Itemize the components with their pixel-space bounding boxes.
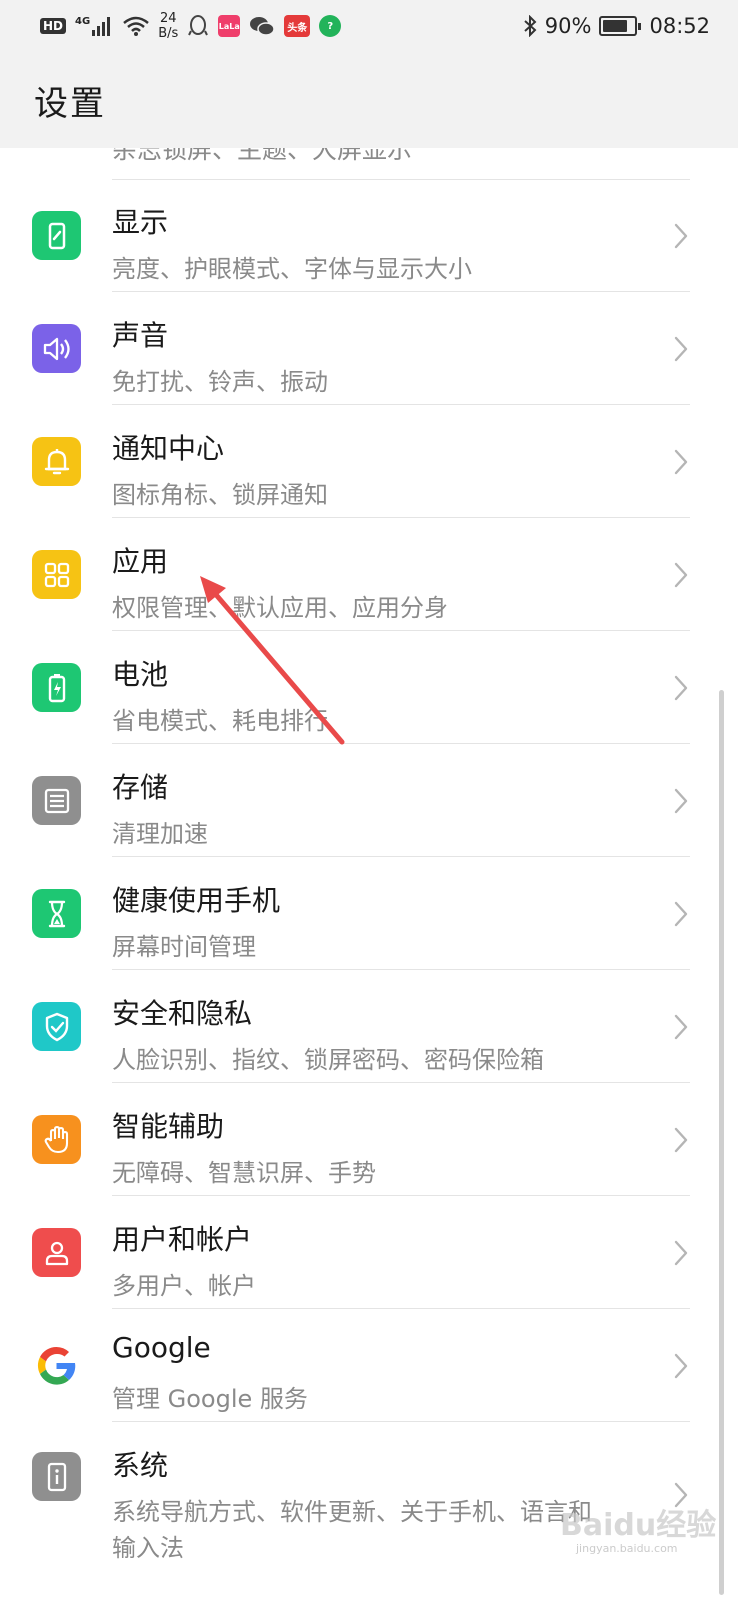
settings-item[interactable]: 电池省电模式、耗电排行 bbox=[0, 631, 738, 744]
sound-icon bbox=[32, 324, 81, 373]
net-speed-unit: B/s bbox=[158, 26, 179, 41]
battery-percent: 90% bbox=[544, 14, 592, 38]
settings-item-title: 声音 bbox=[112, 319, 169, 352]
chevron-right-icon bbox=[674, 1014, 688, 1040]
chevron-right-icon bbox=[674, 1127, 688, 1153]
settings-item[interactable]: 显示亮度、护眼模式、字体与显示大小 bbox=[0, 179, 738, 292]
chevron-right-icon bbox=[674, 788, 688, 814]
settings-item[interactable]: 声音免打扰、铃声、振动 bbox=[0, 292, 738, 405]
qq-icon bbox=[188, 15, 209, 36]
settings-item-subtitle: 图标角标、锁屏通知 bbox=[112, 481, 328, 509]
clock: 08:52 bbox=[649, 14, 710, 38]
chevron-right-icon bbox=[674, 901, 688, 927]
storage-icon bbox=[32, 776, 81, 825]
bluetooth-icon bbox=[524, 15, 537, 37]
settings-item-title: 用户和帐户 bbox=[112, 1223, 253, 1256]
toutiao-icon: 头条 bbox=[284, 15, 311, 37]
app-bar: 设置 bbox=[0, 52, 738, 148]
user-icon bbox=[32, 1228, 81, 1277]
net-speed: 24 B/s bbox=[158, 11, 178, 41]
wifi-icon bbox=[123, 16, 149, 36]
chevron-right-icon bbox=[674, 562, 688, 588]
hand-icon bbox=[32, 1115, 81, 1164]
settings-item[interactable]: 存储 清理加速 bbox=[0, 744, 738, 857]
settings-item-subtitle: 人脸识别、指纹、锁屏密码、密码保险箱 bbox=[112, 1046, 544, 1074]
settings-item-subtitle: 免打扰、铃声、振动 bbox=[112, 368, 328, 396]
settings-item-subtitle-continued: 输入法 bbox=[112, 1534, 184, 1562]
settings-item-subtitle: 屏幕时间管理 bbox=[112, 933, 256, 961]
settings-item-title: 应用 bbox=[112, 545, 169, 578]
settings-item-title: 电池 bbox=[112, 658, 169, 691]
partial-item-subtitle[interactable]: 杂志锁屏、主题、大屏显示 bbox=[112, 148, 412, 166]
status-right: 90% 08:52 bbox=[523, 10, 710, 42]
display-icon bbox=[32, 211, 81, 260]
settings-item-title: 健康使用手机 bbox=[112, 884, 281, 917]
chevron-right-icon bbox=[674, 449, 688, 475]
settings-item-title: 智能辅助 bbox=[112, 1110, 225, 1143]
google-icon bbox=[32, 1341, 81, 1390]
settings-item-subtitle: 清理加速 bbox=[112, 820, 208, 848]
watermark-url: jingyan.baidu.com bbox=[576, 1542, 678, 1555]
settings-item-subtitle: 权限管理、默认应用、应用分身 bbox=[112, 594, 448, 622]
chevron-right-icon bbox=[674, 336, 688, 362]
page-title: 设置 bbox=[34, 84, 106, 124]
wechat-icon bbox=[250, 17, 276, 36]
settings-item[interactable]: 用户和帐户多用户、帐户 bbox=[0, 1196, 738, 1309]
settings-item-title: 系统 bbox=[112, 1449, 169, 1482]
chevron-right-icon bbox=[674, 675, 688, 701]
chevron-right-icon bbox=[674, 1353, 688, 1379]
security-icon: ? bbox=[319, 15, 342, 37]
watermark: Baidu经验 bbox=[560, 1508, 717, 1543]
settings-item-subtitle: 省电模式、耗电排行 bbox=[112, 707, 328, 735]
settings-list[interactable]: 杂志锁屏、主题、大屏显示 显示亮度、护眼模式、字体与显示大小声音免打扰、铃声、振… bbox=[0, 148, 738, 1600]
settings-item-title: 通知中心 bbox=[112, 432, 225, 465]
settings-item[interactable]: 健康使用手机屏幕时间管理 bbox=[0, 857, 738, 970]
signal-icon bbox=[92, 17, 111, 36]
chevron-right-icon bbox=[674, 223, 688, 249]
settings-item[interactable]: 安全和隐私人脸识别、指纹、锁屏密码、密码保险箱 bbox=[0, 970, 738, 1083]
settings-item-subtitle: 管理 Google 服务 bbox=[112, 1385, 308, 1413]
status-left: HD 4G 24 B/s LaLa 头条 ? bbox=[40, 10, 342, 42]
bell-icon bbox=[32, 437, 81, 486]
app-lala-icon: LaLa bbox=[218, 15, 241, 37]
settings-item-subtitle: 无障碍、智慧识屏、手势 bbox=[112, 1159, 376, 1187]
chevron-right-icon bbox=[674, 1240, 688, 1266]
status-bar: HD 4G 24 B/s LaLa 头条 ? 90% 08:52 bbox=[0, 0, 738, 52]
battery-indicator bbox=[599, 16, 642, 36]
hourglass-icon bbox=[32, 889, 81, 938]
network-indicator: 4G bbox=[75, 16, 114, 36]
scrollbar[interactable] bbox=[719, 690, 724, 1595]
net-speed-value: 24 bbox=[159, 11, 177, 26]
settings-item[interactable]: Google 管理 Google 服务 bbox=[0, 1309, 738, 1422]
battery-icon bbox=[599, 16, 638, 36]
settings-item-title: 存储 bbox=[112, 771, 169, 804]
network-type: 4G bbox=[75, 16, 91, 27]
settings-item[interactable]: 通知中心图标角标、锁屏通知 bbox=[0, 405, 738, 518]
shield-icon bbox=[32, 1002, 81, 1051]
battery-icon bbox=[32, 663, 81, 712]
settings-item-subtitle: 系统导航方式、软件更新、关于手机、语言和 bbox=[112, 1498, 592, 1526]
settings-item-title: 显示 bbox=[112, 206, 169, 239]
settings-item-title: Google bbox=[112, 1331, 211, 1364]
settings-item[interactable]: 应用权限管理、默认应用、应用分身 bbox=[0, 518, 738, 631]
settings-item[interactable]: 智能辅助无障碍、智慧识屏、手势 bbox=[0, 1083, 738, 1196]
info-icon bbox=[32, 1452, 81, 1501]
hd-badge: HD bbox=[40, 18, 67, 34]
apps-grid-icon bbox=[32, 550, 81, 599]
settings-item-title: 安全和隐私 bbox=[112, 997, 253, 1030]
settings-item-subtitle: 多用户、帐户 bbox=[112, 1272, 256, 1300]
settings-item-subtitle: 亮度、护眼模式、字体与显示大小 bbox=[112, 255, 472, 283]
